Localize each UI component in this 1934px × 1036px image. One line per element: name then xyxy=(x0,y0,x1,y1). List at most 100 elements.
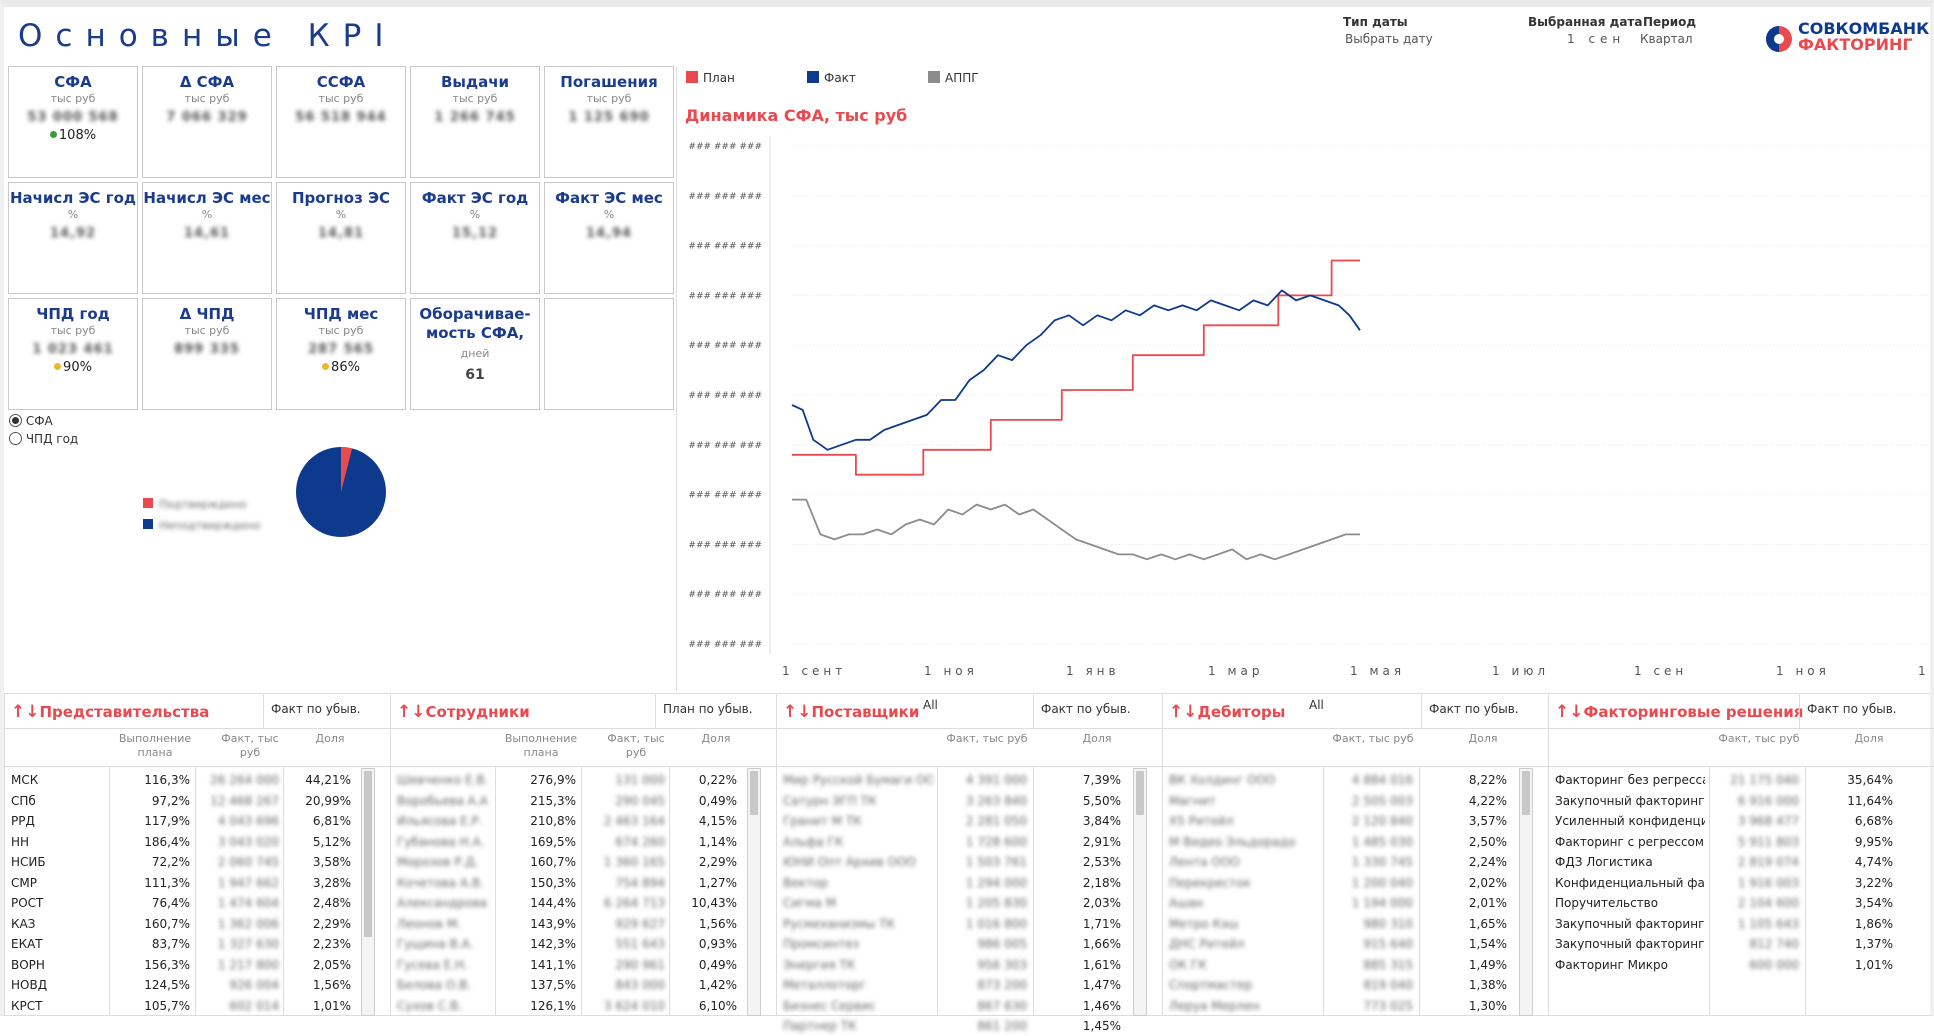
kpi-tile-prognoz-es[interactable]: Прогноз ЭС% 14,81 xyxy=(276,182,406,294)
table-row[interactable]: Морозов Р.Д. 160,7% 1 360 165 2,29% xyxy=(391,852,776,872)
line-chart[interactable]: ### ### ### ### ### ### ### ### ### ### ###… xyxy=(680,130,1930,690)
sort-arrows-icon[interactable]: ↑↓ xyxy=(1555,702,1584,722)
table-row[interactable]: МСК 116,3% 26 264 000 44,21% xyxy=(5,770,390,790)
table-row[interactable]: Перекресток 1 200 040 2,02% xyxy=(1163,873,1548,893)
sort-arrows-icon[interactable]: ↑↓ xyxy=(1169,702,1198,722)
filter-value[interactable]: All xyxy=(1309,698,1324,712)
table-row[interactable]: Леруа Мерлен 773 025 1,30% xyxy=(1163,996,1548,1016)
sort-select[interactable]: Факт по убыв. xyxy=(1429,702,1519,716)
table-row[interactable]: Леонов М. 143,9% 929 627 1,56% xyxy=(391,914,776,934)
table-row[interactable]: ЕКАТ 83,7% 1 327 630 2,23% xyxy=(5,934,390,954)
kpi-tile-pogasheniya[interactable]: Погашения тыс руб 1 125 690 xyxy=(544,66,674,178)
table-row[interactable]: Гущина В.А. 142,3% 551 643 0,93% xyxy=(391,934,776,954)
table-row[interactable]: ДНС Ритейл 915 640 1,54% xyxy=(1163,934,1548,954)
table-row[interactable]: Гранит М ТК 2 281 050 3,84% xyxy=(777,811,1162,831)
table-row[interactable]: Сатурн ЭГП ТК 3 263 840 5,50% xyxy=(777,791,1162,811)
table-row[interactable]: Белова О.В. 137,5% 843 000 1,42% xyxy=(391,975,776,995)
table-row[interactable]: Альфа ГК 1 728 600 2,91% xyxy=(777,832,1162,852)
sort-arrows-icon[interactable]: ↑↓ xyxy=(783,702,812,722)
scrollbar-thumb[interactable] xyxy=(750,771,758,815)
kpi-tile-sfa[interactable]: СФА тыс руб 53 000 568 108% xyxy=(8,66,138,178)
table-row[interactable]: Лента ООО 1 330 745 2,24% xyxy=(1163,852,1548,872)
table-row[interactable]: Усиленный конфиденциальный 3 968 477 6,68% xyxy=(1549,811,1934,831)
table-scrollbar[interactable] xyxy=(361,768,375,1016)
table-row[interactable]: Мир Русской Бумаги ООО 4 391 000 7,39% xyxy=(777,770,1162,790)
table-row[interactable]: НСИБ 72,2% 2 060 745 3,58% xyxy=(5,852,390,872)
table-row[interactable]: Шевченко Е.В. 276,9% 131 000 0,22% xyxy=(391,770,776,790)
table-row[interactable]: ОК ГК 885 315 1,49% xyxy=(1163,955,1548,975)
table-row[interactable]: РОСТ 76,4% 1 474 604 2,48% xyxy=(5,893,390,913)
table-row[interactable]: Воробьева А.А 215,3% 290 045 0,49% xyxy=(391,791,776,811)
table-row[interactable]: ФДЗ Логистика 2 819 074 4,74% xyxy=(1549,852,1934,872)
kpi-tile-ssfa[interactable]: ССФА тыс руб 56 518 944 xyxy=(276,66,406,178)
table-row[interactable]: Факторинг Микро 600 000 1,01% xyxy=(1549,955,1934,975)
table-row[interactable]: Кочетова А.В. 150,3% 754 894 1,27% xyxy=(391,873,776,893)
table-row[interactable]: Гусева Е.Н. 141,1% 290 961 0,49% xyxy=(391,955,776,975)
series-appg-line[interactable] xyxy=(792,498,1360,561)
date-type-select[interactable]: Выбрать дату xyxy=(1345,32,1433,46)
filter-value[interactable]: All xyxy=(923,698,938,712)
table-row[interactable]: Металлоторг 873 200 1,47% xyxy=(777,975,1162,995)
table-row[interactable]: Энергия ТК 956 303 1,61% xyxy=(777,955,1162,975)
table-row[interactable]: ЮНИ Опт Архив ООО 1 503 761 2,53% xyxy=(777,852,1162,872)
table-row[interactable]: ВК Холдинг ООО 4 884 016 8,22% xyxy=(1163,770,1548,790)
scrollbar-thumb[interactable] xyxy=(1136,771,1144,815)
kpi-tile-chpd-mes[interactable]: ЧПД мес тыс руб 287 565 86% xyxy=(276,298,406,410)
table-row[interactable]: Промсинтез 986 005 1,66% xyxy=(777,934,1162,954)
table-row[interactable]: Закупочный факторинг ДЗ 6 916 000 11,64% xyxy=(1549,791,1934,811)
table-row[interactable]: Губанова Н.А. 169,5% 674 260 1,14% xyxy=(391,832,776,852)
kpi-tile-delta-chpd[interactable]: Δ ЧПД тыс руб 899 335 xyxy=(142,298,272,410)
table-row[interactable]: НН 186,4% 3 043 020 5,12% xyxy=(5,832,390,852)
table-row[interactable]: Поручительство 2 104 600 3,54% xyxy=(1549,893,1934,913)
table-row[interactable]: М Видео Эльдорадо 1 485 030 2,50% xyxy=(1163,832,1548,852)
table-row[interactable]: КРСТ 105,7% 602 014 1,01% xyxy=(5,996,390,1016)
table-row[interactable]: Ашан 1 194 000 2,01% xyxy=(1163,893,1548,913)
table-scrollbar[interactable] xyxy=(747,768,761,1016)
sort-arrows-icon[interactable]: ↑↓ xyxy=(11,702,40,722)
sort-select[interactable]: Факт по убыв. xyxy=(1041,702,1131,716)
table-row[interactable]: Александрова Е.В. 144,4% 6 264 713 10,43% xyxy=(391,893,776,913)
table-row[interactable]: Факторинг с регрессом 5 911 803 9,95% xyxy=(1549,832,1934,852)
sort-arrows-icon[interactable]: ↑↓ xyxy=(397,702,426,722)
table-row[interactable]: СПб 97,2% 12 468 267 20,99% xyxy=(5,791,390,811)
sort-select[interactable]: Факт по убыв. xyxy=(271,702,361,716)
table-row[interactable]: РРД 117,9% 4 043 696 6,81% xyxy=(5,811,390,831)
table-row[interactable]: Закупочный факторинг финансирования 1 105… xyxy=(1549,914,1934,934)
table-row[interactable]: ВОРН 156,3% 1 217 800 2,05% xyxy=(5,955,390,975)
scrollbar-thumb[interactable] xyxy=(364,771,372,937)
scrollbar-thumb[interactable] xyxy=(1522,771,1530,815)
table-row[interactable]: Бизнес Сервис 867 630 1,46% xyxy=(777,996,1162,1016)
table-row[interactable]: СМР 111,3% 1 947 662 3,28% xyxy=(5,873,390,893)
kpi-tile-fakt-es-god[interactable]: Факт ЭС год% 15,12 xyxy=(410,182,540,294)
series-fact-line[interactable] xyxy=(791,289,1361,451)
kpi-tile-vydachi[interactable]: Выдачи тыс руб 1 266 745 xyxy=(410,66,540,178)
table-row[interactable]: Факторинг без регресса 21 175 040 35,64% xyxy=(1549,770,1934,790)
kpi-tile-nachisl-es-god[interactable]: Начисл ЭС год% 14,92 xyxy=(8,182,138,294)
table-row[interactable]: Метро Кэш 980 310 1,65% xyxy=(1163,914,1548,934)
selected-date-input[interactable]: 1 сен xyxy=(1567,32,1625,46)
table-row[interactable]: Закупочный факторинг 2.0 812 740 1,37% xyxy=(1549,934,1934,954)
radio-option-sfa[interactable]: СФА xyxy=(9,414,78,432)
pie-chart[interactable] xyxy=(295,446,387,538)
table-row[interactable]: Спортмастер 819 040 1,38% xyxy=(1163,975,1548,995)
table-row[interactable]: Вектор 1 294 000 2,18% xyxy=(777,873,1162,893)
radio-option-chpd[interactable]: ЧПД год xyxy=(9,432,78,450)
kpi-tile-fakt-es-mes[interactable]: Факт ЭС мес% 14,94 xyxy=(544,182,674,294)
table-scrollbar[interactable] xyxy=(1519,768,1533,1016)
table-row[interactable]: Х5 Ритейл 2 120 840 3,57% xyxy=(1163,811,1548,831)
kpi-tile-nachisl-es-mes[interactable]: Начисл ЭС мес% 14,61 xyxy=(142,182,272,294)
period-select[interactable]: Квартал xyxy=(1640,32,1693,46)
kpi-tile-delta-sfa[interactable]: Δ СФА тыс руб 7 066 329 xyxy=(142,66,272,178)
table-row[interactable]: Ильясова Е.Р. 210,8% 2 463 164 4,15% xyxy=(391,811,776,831)
table-row[interactable]: Партнер ТК 861 200 1,45% xyxy=(777,1016,1162,1036)
table-row[interactable]: Русмеханизмы ТК 1 016 800 1,71% xyxy=(777,914,1162,934)
table-row[interactable]: НОВД 124,5% 926 004 1,56% xyxy=(5,975,390,995)
sort-select[interactable]: Факт по убыв. xyxy=(1807,702,1897,716)
table-row[interactable]: КАЗ 160,7% 1 362 006 2,29% xyxy=(5,914,390,934)
table-scrollbar[interactable] xyxy=(1133,768,1147,1016)
table-row[interactable]: Сухов С.В. 126,1% 3 624 010 6,10% xyxy=(391,996,776,1016)
table-row[interactable]: Сигма М 1 205 830 2,03% xyxy=(777,893,1162,913)
table-row[interactable]: Конфиденциальный факторинг 1 916 003 3,22% xyxy=(1549,873,1934,893)
series-plan-line[interactable] xyxy=(792,259,1360,476)
kpi-tile-chpd-god[interactable]: ЧПД год тыс руб 1 023 461 90% xyxy=(8,298,138,410)
